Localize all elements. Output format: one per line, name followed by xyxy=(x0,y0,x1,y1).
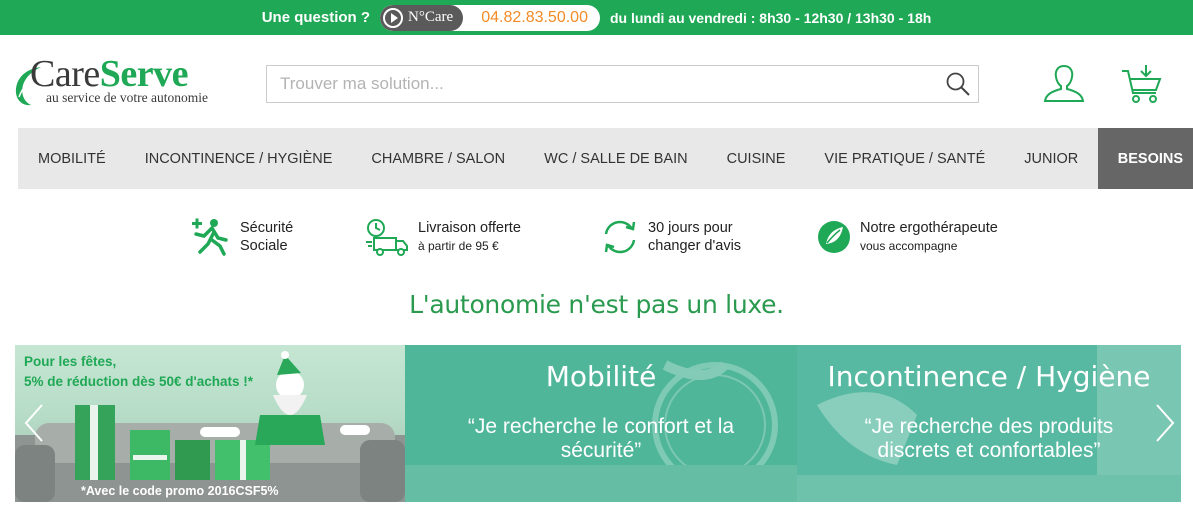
delivery-truck-icon xyxy=(366,219,408,256)
search-icon[interactable] xyxy=(938,66,978,102)
mobilite-banner[interactable]: Mobilité “Je recherche le confort et la … xyxy=(405,345,797,502)
feature-securite-line1: Sécurité xyxy=(240,220,294,236)
user-account-icon[interactable] xyxy=(1041,63,1087,108)
feature-securite-sociale: Sécurité Sociale xyxy=(190,218,293,256)
search-input[interactable] xyxy=(267,66,938,102)
logo-wordmark: CareServe xyxy=(30,53,188,95)
feature-ergotherapeute: Notre ergothérapeute vous accompagne xyxy=(816,218,998,256)
promo-banner[interactable]: Pour les fêtes, 5% de réduction dès 50€ … xyxy=(15,345,405,502)
feature-securite-line2: Sociale xyxy=(240,238,288,254)
feature-livraison-line1: Livraison offerte xyxy=(418,220,521,236)
feature-30-jours-line2: changer d'avis xyxy=(648,238,742,254)
nav-item-besoins[interactable]: BESOINS xyxy=(1097,128,1193,189)
refresh-arrows-icon xyxy=(604,220,636,254)
ncare-label: N°Care xyxy=(408,9,454,25)
carousel-prev-arrow-icon[interactable] xyxy=(22,403,46,443)
nav-item-vie-pratique-sante[interactable]: VIE PRATIQUE / SANTÉ xyxy=(805,128,1005,189)
ncare-badge: N°Care xyxy=(380,4,464,31)
incontinence-banner[interactable]: Incontinence / Hygiène “Je recherche des… xyxy=(797,345,1181,502)
medical-runner-icon xyxy=(192,218,228,256)
feature-livraison-line2: à partir de 95 € xyxy=(418,239,499,253)
promo-code: *Avec le code promo 2016CSF5% xyxy=(81,484,279,498)
logo-tagline: au service de votre autonomie xyxy=(46,90,208,105)
play-icon xyxy=(383,7,404,28)
question-label: Une question ? xyxy=(261,9,371,26)
opening-hours: du lundi au vendredi : 8h30 - 12h30 / 13… xyxy=(609,9,932,26)
phone-number[interactable]: 04.82.83.50.00 xyxy=(463,9,600,27)
search-bar xyxy=(266,65,979,103)
top-info-bar: Une question ? N°Care 04.82.83.50.00 du … xyxy=(0,0,1193,35)
feature-ergo-line1: Notre ergothérapeute xyxy=(860,220,998,236)
careserve-logo[interactable]: CareServe au service de votre autonomie xyxy=(13,55,253,107)
mobilite-title: Mobilité xyxy=(545,360,657,393)
nav-item-chambre-salon[interactable]: CHAMBRE / SALON xyxy=(352,128,525,189)
nav-item-wc-salle-de-bain[interactable]: WC / SALLE DE BAIN xyxy=(525,128,707,189)
promo-line2: 5% de réduction dès 50€ d'achats !* xyxy=(24,374,254,389)
nav-item-incontinence-hygiene[interactable]: INCONTINENCE / HYGIÈNE xyxy=(125,128,352,189)
nav-item-cuisine[interactable]: CUISINE xyxy=(707,128,805,189)
feature-30-jours-line1: 30 jours pour xyxy=(648,220,733,236)
ergo-leaf-icon xyxy=(818,221,850,253)
slogan-heading: L'autonomie n'est pas un luxe. xyxy=(409,290,784,319)
incontinence-title: Incontinence / Hygiène xyxy=(827,360,1151,393)
promo-text: Pour les fêtes, 5% de réduction dès 50€ … xyxy=(24,352,253,392)
feature-ergo-line2: vous accompagne xyxy=(860,239,958,253)
main-nav: MOBILITÉ INCONTINENCE / HYGIÈNE CHAMBRE … xyxy=(18,128,1193,189)
feature-livraison: Livraison offerte à partir de 95 € xyxy=(366,218,521,256)
promo-line1: Pour les fêtes, xyxy=(24,354,117,369)
nav-item-junior[interactable]: JUNIOR xyxy=(1005,128,1098,189)
phone-pill[interactable]: N°Care 04.82.83.50.00 xyxy=(380,4,600,31)
shopping-cart-icon[interactable] xyxy=(1120,63,1164,110)
incontinence-quote: “Je recherche des produits discrets et c… xyxy=(864,415,1114,462)
feature-30-jours: 30 jours pour changer d'avis xyxy=(600,218,741,256)
carousel-next-arrow-icon[interactable] xyxy=(1153,403,1177,443)
nav-item-mobilite[interactable]: MOBILITÉ xyxy=(18,128,125,189)
mobilite-quote: “Je recherche le confort et la sécurité” xyxy=(467,415,735,462)
